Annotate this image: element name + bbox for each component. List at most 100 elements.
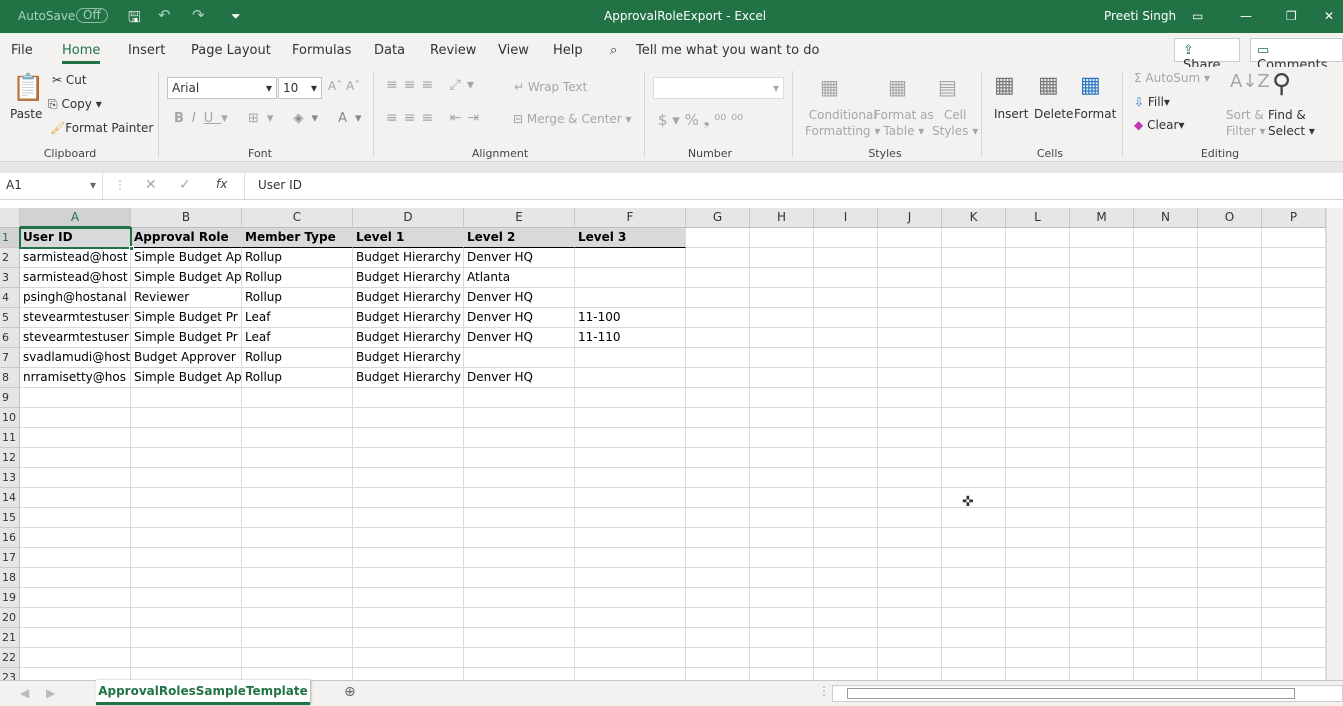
column-header-P[interactable]: P bbox=[1262, 208, 1326, 228]
cell-I1[interactable] bbox=[814, 228, 878, 248]
row-header-20[interactable]: 20 bbox=[0, 608, 20, 628]
cell-O19[interactable] bbox=[1198, 588, 1262, 608]
cell-K15[interactable] bbox=[942, 508, 1006, 528]
cell-D7[interactable]: Budget Hierarchy bbox=[353, 348, 464, 368]
cell-J8[interactable] bbox=[878, 368, 942, 388]
cell-B20[interactable] bbox=[131, 608, 242, 628]
cell-E21[interactable] bbox=[464, 628, 575, 648]
find-select-button[interactable]: Find & Select ▾ bbox=[1268, 107, 1315, 139]
cell-I12[interactable] bbox=[814, 448, 878, 468]
row-header-22[interactable]: 22 bbox=[0, 648, 20, 668]
cell-A18[interactable] bbox=[20, 568, 131, 588]
cell-G10[interactable] bbox=[686, 408, 750, 428]
cell-C18[interactable] bbox=[242, 568, 353, 588]
cell-L6[interactable] bbox=[1006, 328, 1070, 348]
column-header-A[interactable]: A bbox=[20, 208, 131, 228]
cell-D8[interactable]: Budget Hierarchy bbox=[353, 368, 464, 388]
tab-page-layout[interactable]: Page Layout bbox=[191, 43, 271, 58]
cell-D12[interactable] bbox=[353, 448, 464, 468]
row-header-4[interactable]: 4 bbox=[0, 288, 20, 308]
cell-E14[interactable] bbox=[464, 488, 575, 508]
cell-C17[interactable] bbox=[242, 548, 353, 568]
cell-J5[interactable] bbox=[878, 308, 942, 328]
column-header-I[interactable]: I bbox=[814, 208, 878, 228]
cell-D17[interactable] bbox=[353, 548, 464, 568]
cell-F19[interactable] bbox=[575, 588, 686, 608]
cell-N13[interactable] bbox=[1134, 468, 1198, 488]
cell-D2[interactable]: Budget Hierarchy bbox=[353, 248, 464, 268]
bold-italic-underline-icons[interactable]: BIU▾ ⊞▾ ◈▾ A▾ bbox=[174, 111, 370, 126]
cell-H4[interactable] bbox=[750, 288, 814, 308]
cell-H16[interactable] bbox=[750, 528, 814, 548]
cell-A20[interactable] bbox=[20, 608, 131, 628]
cell-L19[interactable] bbox=[1006, 588, 1070, 608]
cell-M5[interactable] bbox=[1070, 308, 1134, 328]
cell-I14[interactable] bbox=[814, 488, 878, 508]
row-header-12[interactable]: 12 bbox=[0, 448, 20, 468]
cell-N9[interactable] bbox=[1134, 388, 1198, 408]
cell-N16[interactable] bbox=[1134, 528, 1198, 548]
cell-J3[interactable] bbox=[878, 268, 942, 288]
cell-E17[interactable] bbox=[464, 548, 575, 568]
cell-I16[interactable] bbox=[814, 528, 878, 548]
cell-N6[interactable] bbox=[1134, 328, 1198, 348]
cell-I11[interactable] bbox=[814, 428, 878, 448]
cell-I9[interactable] bbox=[814, 388, 878, 408]
cell-K17[interactable] bbox=[942, 548, 1006, 568]
tab-home[interactable]: Home bbox=[62, 43, 101, 64]
cell-F3[interactable] bbox=[575, 268, 686, 288]
cell-N17[interactable] bbox=[1134, 548, 1198, 568]
cell-D6[interactable]: Budget Hierarchy bbox=[353, 328, 464, 348]
cell-L2[interactable] bbox=[1006, 248, 1070, 268]
cell-J13[interactable] bbox=[878, 468, 942, 488]
cell-C21[interactable] bbox=[242, 628, 353, 648]
cell-L3[interactable] bbox=[1006, 268, 1070, 288]
cell-O22[interactable] bbox=[1198, 648, 1262, 668]
cell-N7[interactable] bbox=[1134, 348, 1198, 368]
cell-I10[interactable] bbox=[814, 408, 878, 428]
cell-M16[interactable] bbox=[1070, 528, 1134, 548]
cell-I20[interactable] bbox=[814, 608, 878, 628]
tab-formulas[interactable]: Formulas bbox=[292, 43, 351, 58]
cell-G2[interactable] bbox=[686, 248, 750, 268]
cell-J18[interactable] bbox=[878, 568, 942, 588]
cell-E2[interactable]: Denver HQ bbox=[464, 248, 575, 268]
cell-E15[interactable] bbox=[464, 508, 575, 528]
format-button[interactable]: Format bbox=[1074, 107, 1116, 121]
cell-E20[interactable] bbox=[464, 608, 575, 628]
cell-K21[interactable] bbox=[942, 628, 1006, 648]
cell-B8[interactable]: Simple Budget Ap bbox=[131, 368, 242, 388]
cell-P18[interactable] bbox=[1262, 568, 1326, 588]
cell-C8[interactable]: Rollup bbox=[242, 368, 353, 388]
cell-M10[interactable] bbox=[1070, 408, 1134, 428]
cell-K1[interactable] bbox=[942, 228, 1006, 248]
cell-F5[interactable]: 11-100 bbox=[575, 308, 686, 328]
cell-K5[interactable] bbox=[942, 308, 1006, 328]
column-header-J[interactable]: J bbox=[878, 208, 942, 228]
cell-I5[interactable] bbox=[814, 308, 878, 328]
row-header-13[interactable]: 13 bbox=[0, 468, 20, 488]
cell-H15[interactable] bbox=[750, 508, 814, 528]
cell-L8[interactable] bbox=[1006, 368, 1070, 388]
cell-C15[interactable] bbox=[242, 508, 353, 528]
cell-E5[interactable]: Denver HQ bbox=[464, 308, 575, 328]
cell-M20[interactable] bbox=[1070, 608, 1134, 628]
cell-B15[interactable] bbox=[131, 508, 242, 528]
enter-icon[interactable]: ✓ bbox=[179, 177, 191, 193]
cell-H14[interactable] bbox=[750, 488, 814, 508]
cell-L9[interactable] bbox=[1006, 388, 1070, 408]
cell-E9[interactable] bbox=[464, 388, 575, 408]
cell-N18[interactable] bbox=[1134, 568, 1198, 588]
cell-K20[interactable] bbox=[942, 608, 1006, 628]
cell-F8[interactable] bbox=[575, 368, 686, 388]
cell-C2[interactable]: Rollup bbox=[242, 248, 353, 268]
cell-A4[interactable]: psingh@hostanal bbox=[20, 288, 131, 308]
cell-C5[interactable]: Leaf bbox=[242, 308, 353, 328]
cell-B18[interactable] bbox=[131, 568, 242, 588]
cell-L17[interactable] bbox=[1006, 548, 1070, 568]
customize-toolbar-icon[interactable]: ⏷ bbox=[231, 9, 241, 24]
cell-O4[interactable] bbox=[1198, 288, 1262, 308]
cell-D5[interactable]: Budget Hierarchy bbox=[353, 308, 464, 328]
cell-H1[interactable] bbox=[750, 228, 814, 248]
cell-B17[interactable] bbox=[131, 548, 242, 568]
